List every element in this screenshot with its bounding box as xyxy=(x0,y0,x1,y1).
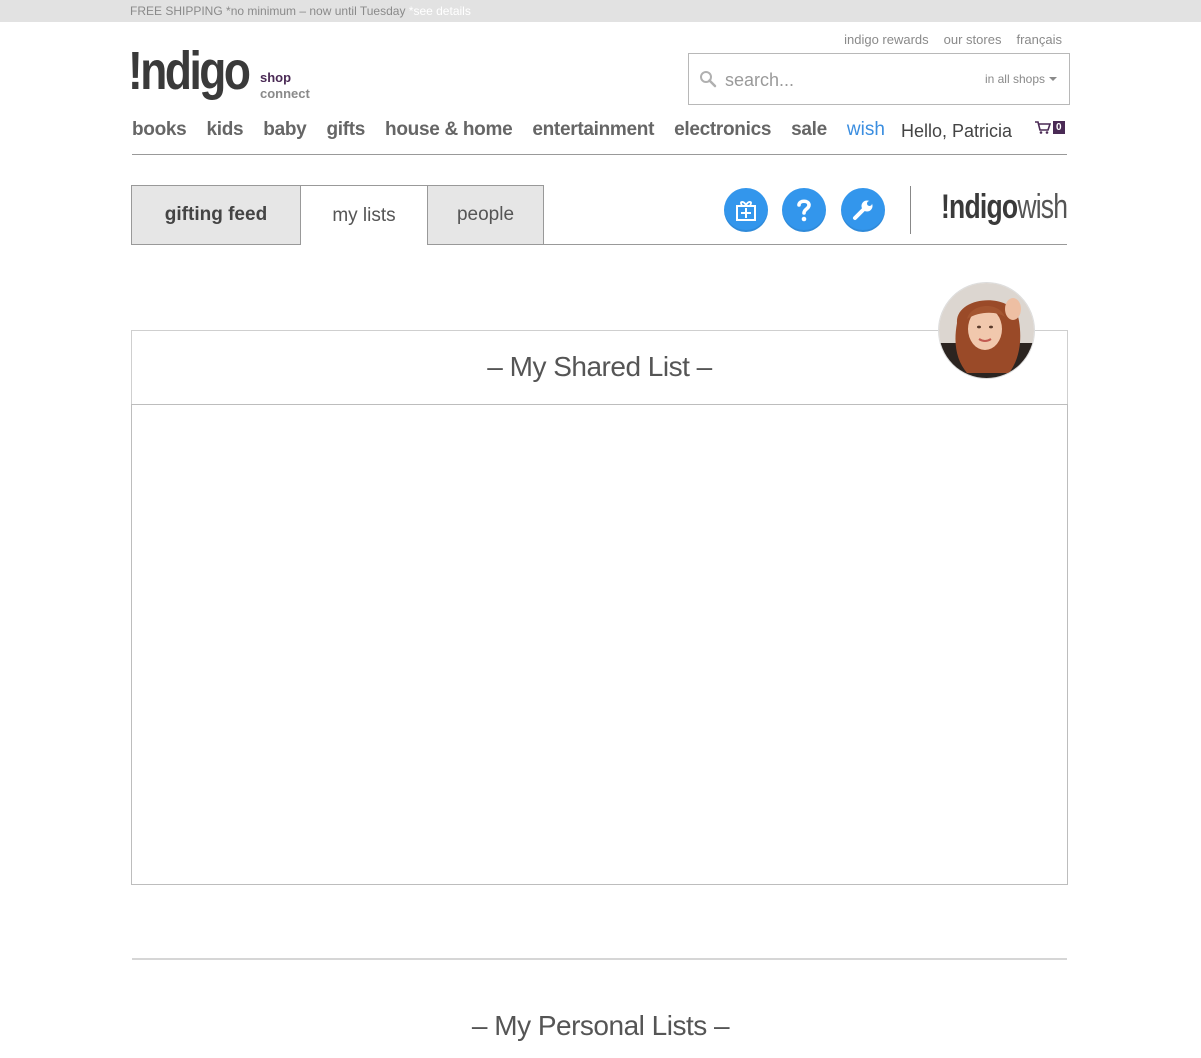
nav-divider xyxy=(132,154,1067,155)
chevron-down-icon xyxy=(1049,77,1057,81)
our-stores-link[interactable]: our stores xyxy=(944,32,1002,47)
indigo-rewards-link[interactable]: indigo rewards xyxy=(844,32,929,47)
tab-my-lists[interactable]: my lists xyxy=(300,185,428,245)
search-icon xyxy=(700,71,717,88)
nav-item-sale[interactable]: sale xyxy=(791,119,827,141)
help-icon xyxy=(797,199,811,222)
cart-count-badge: 0 xyxy=(1053,121,1065,134)
wish-logo-suffix: wish xyxy=(1017,188,1068,226)
nav-item-baby[interactable]: baby xyxy=(263,119,306,141)
connect-link[interactable]: connect xyxy=(260,86,310,101)
nav-item-books[interactable]: books xyxy=(132,119,187,141)
francais-link[interactable]: français xyxy=(1016,32,1062,47)
help-button[interactable] xyxy=(782,188,826,232)
gift-icon xyxy=(736,201,756,221)
tab-people[interactable]: people xyxy=(427,185,544,245)
promo-text: FREE SHIPPING *no minimum – now until Tu… xyxy=(130,4,471,18)
tabs-divider xyxy=(544,244,1067,245)
promo-message: FREE SHIPPING *no minimum – now until Tu… xyxy=(130,4,409,18)
nav-item-electronics[interactable]: electronics xyxy=(674,119,771,141)
header-divider xyxy=(910,186,911,234)
search-box: in all shops xyxy=(688,53,1070,105)
wish-logo-brand: !ndigo xyxy=(941,188,1018,226)
nav-item-wish[interactable]: wish xyxy=(847,119,885,141)
section-divider xyxy=(132,958,1067,960)
shared-list-header: – My Shared List – xyxy=(131,330,1068,405)
shared-list-title: – My Shared List – xyxy=(487,351,712,382)
promo-bar: FREE SHIPPING *no minimum – now until Tu… xyxy=(0,0,1201,22)
nav-item-gifts[interactable]: gifts xyxy=(326,119,365,141)
indigo-wish-logo[interactable]: !ndigowish xyxy=(941,188,1068,226)
personal-lists-title: – My Personal Lists – xyxy=(471,1010,730,1041)
nav-item-entertainment[interactable]: entertainment xyxy=(532,119,654,141)
tab-gifting-feed[interactable]: gifting feed xyxy=(131,185,301,245)
main-nav: books kids baby gifts house & home enter… xyxy=(132,119,905,141)
shared-list-body xyxy=(131,404,1068,885)
cart-button[interactable]: 0 xyxy=(1035,121,1065,134)
shop-scope-dropdown[interactable]: in all shops xyxy=(985,72,1057,86)
shop-scope-label: in all shops xyxy=(984,72,1045,86)
shop-link[interactable]: shop xyxy=(260,70,291,85)
user-greeting[interactable]: Hello, Patricia xyxy=(901,121,1012,142)
settings-button[interactable] xyxy=(841,188,885,232)
see-details-link[interactable]: *see details xyxy=(409,4,471,18)
indigo-logo[interactable]: !ndigo xyxy=(128,44,251,98)
cart-icon xyxy=(1035,121,1051,134)
avatar[interactable] xyxy=(938,282,1035,379)
nav-item-house-home[interactable]: house & home xyxy=(385,119,513,141)
utility-links: indigo rewards our stores français xyxy=(844,32,1062,47)
gift-button[interactable] xyxy=(724,188,768,232)
search-input[interactable] xyxy=(725,66,975,94)
wrench-icon xyxy=(853,200,873,220)
profile-photo xyxy=(939,283,1034,378)
nav-item-kids[interactable]: kids xyxy=(206,119,243,141)
